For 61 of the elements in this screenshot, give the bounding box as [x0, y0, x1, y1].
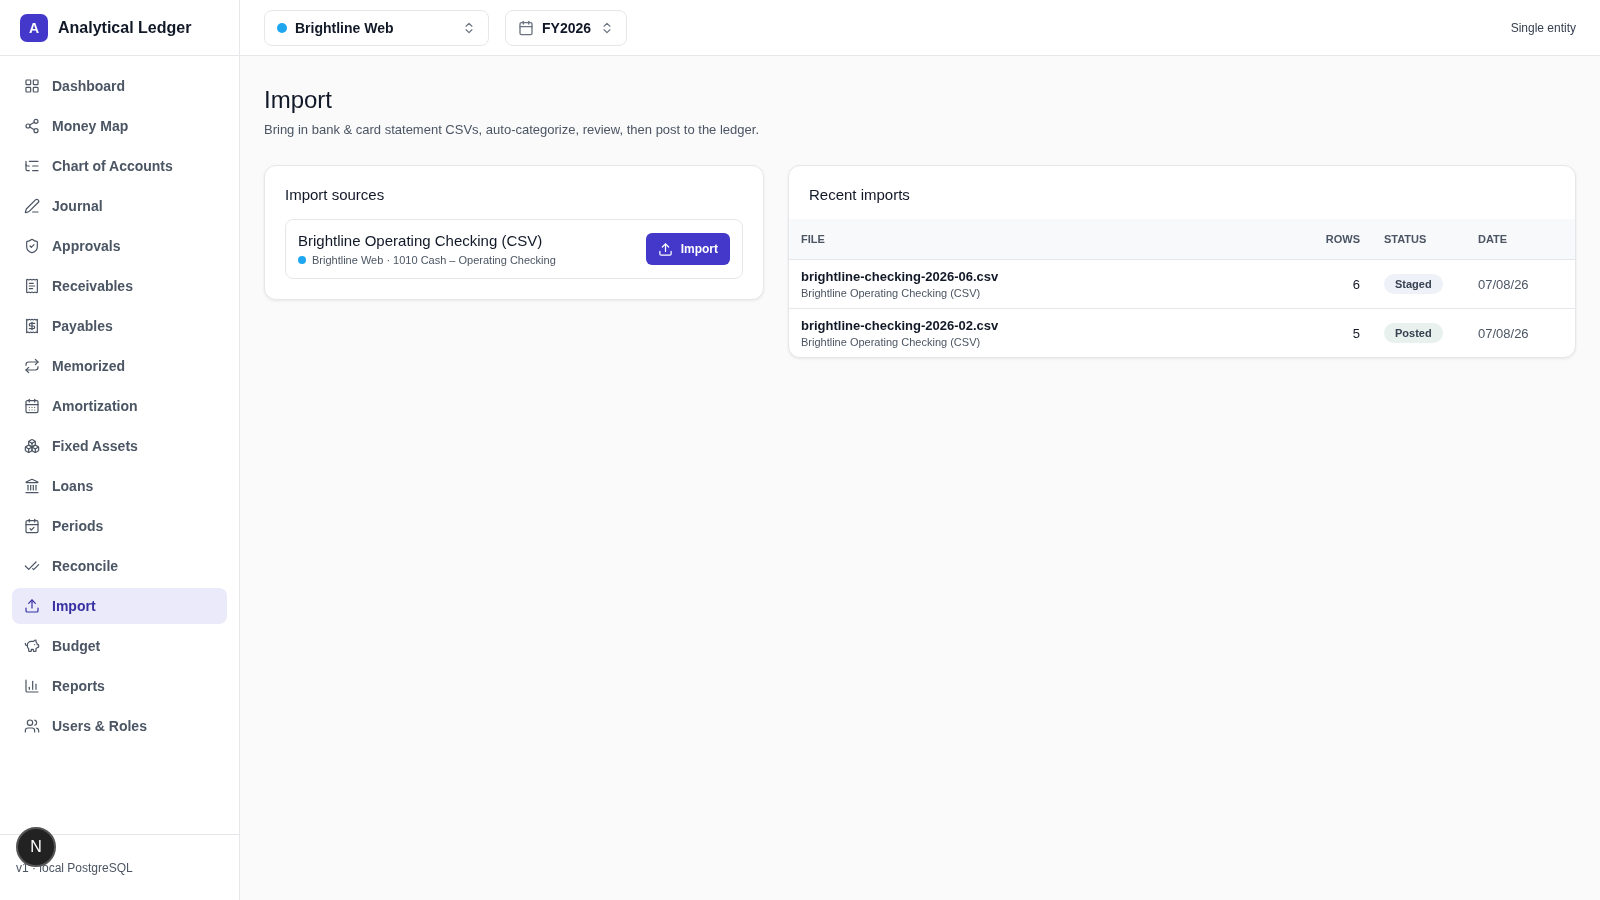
file-name: brightline-checking-2026-02.csv: [801, 318, 1000, 333]
sidebar-item[interactable]: Users & Roles: [12, 708, 227, 744]
entity-select[interactable]: Brightline Web: [264, 9, 489, 46]
calendar-check-icon: [24, 518, 40, 534]
period-select[interactable]: FY2026: [505, 9, 627, 46]
status-badge: Staged: [1384, 274, 1443, 294]
list-icon: [24, 158, 40, 174]
file-name: brightline-checking-2026-06.csv: [801, 269, 1000, 284]
sidebar-item[interactable]: Reports: [12, 668, 227, 704]
sidebar-item[interactable]: Import: [12, 588, 227, 624]
import-date: 07/08/26: [1478, 326, 1529, 341]
file-source: Brightline Operating Checking (CSV): [801, 287, 982, 299]
receipt-icon: [24, 318, 40, 334]
bank-icon: [24, 478, 40, 494]
card-title: Import sources: [284, 185, 386, 205]
sidebar-item[interactable]: Approvals: [12, 228, 227, 264]
sidebar-item[interactable]: Money Map: [12, 108, 227, 144]
pen-icon: [24, 198, 40, 214]
sidebar-item[interactable]: Budget: [12, 628, 227, 664]
upload-icon: [24, 598, 40, 614]
sidebar-item[interactable]: Reconcile: [12, 548, 227, 584]
column-header: STATUS: [1372, 219, 1466, 260]
source-name: Brightline Operating Checking (CSV): [298, 232, 544, 249]
row-count: 5: [1352, 326, 1360, 341]
boxes-icon: [24, 438, 40, 454]
bar-chart-icon: [24, 678, 40, 694]
receipt-icon: [24, 278, 40, 294]
repeat-icon: [24, 358, 40, 374]
upload-icon: [657, 241, 673, 257]
calendar-icon: [24, 398, 40, 414]
sidebar-item[interactable]: Periods: [12, 508, 227, 544]
entity-mode: Single entity: [1510, 20, 1576, 35]
sidebar-item[interactable]: Receivables: [12, 268, 227, 304]
sidebar-item[interactable]: Amortization: [12, 388, 227, 424]
import-button[interactable]: Import: [645, 233, 730, 265]
users-icon: [24, 718, 40, 734]
column-header: ROWS: [1288, 219, 1372, 260]
sidebar-item[interactable]: Payables: [12, 308, 227, 344]
file-source: Brightline Operating Checking (CSV): [801, 336, 982, 348]
card-title: Recent imports: [808, 185, 911, 205]
piggy-bank-icon: [24, 638, 40, 654]
column-header: DATE: [1466, 219, 1575, 260]
sidebar-item[interactable]: Journal: [12, 188, 227, 224]
app-logo: A: [20, 13, 48, 42]
page-title: Import: [264, 86, 333, 114]
shield-icon: [24, 238, 40, 254]
column-header: FILE: [789, 219, 1288, 260]
sidebar-item[interactable]: Loans: [12, 468, 227, 504]
status-badge: Posted: [1384, 323, 1443, 343]
share-icon: [24, 118, 40, 134]
import-date: 07/08/26: [1478, 277, 1529, 292]
sidebar-item[interactable]: Chart of Accounts: [12, 148, 227, 184]
sidebar-item[interactable]: Fixed Assets: [12, 428, 227, 464]
calendar-icon: [518, 19, 534, 36]
sidebar-item[interactable]: Memorized: [12, 348, 227, 384]
page-subtitle: Bring in bank & card statement CSVs, auto-categorize, review, then post to the ledger.: [264, 122, 760, 137]
grid-icon: [24, 78, 40, 94]
row-count: 6: [1352, 277, 1360, 292]
sidebar-item[interactable]: Dashboard: [12, 68, 227, 104]
app-name: Analytical Ledger: [58, 18, 192, 37]
source-detail: Brightline Web · 1010 Cash – Operating Checking: [312, 254, 556, 266]
